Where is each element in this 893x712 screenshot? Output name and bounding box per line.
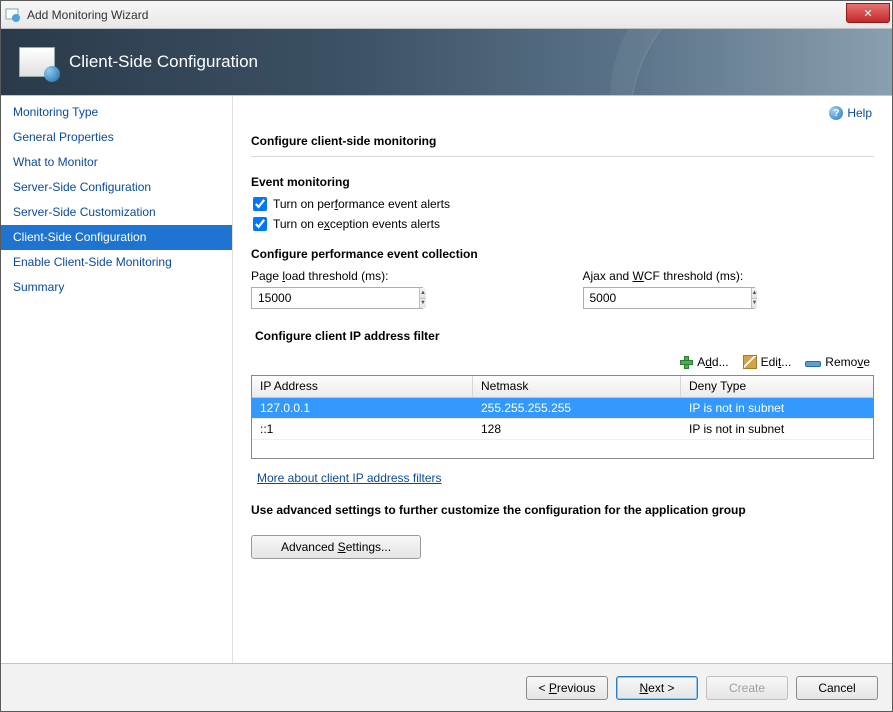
table-row[interactable]: 127.0.0.1 255.255.255.255 IP is not in s… bbox=[252, 398, 873, 419]
content: ? Help Configure client-side monitoring … bbox=[233, 96, 892, 663]
sidebar-item-summary[interactable]: Summary bbox=[1, 275, 232, 300]
page-load-spin-btns: ▲ ▼ bbox=[419, 288, 426, 308]
checkbox-exc-alerts-label: Turn on exception events alerts bbox=[273, 217, 440, 231]
advanced-settings-button[interactable]: Advanced Settings... bbox=[251, 535, 421, 559]
create-button: Create bbox=[706, 676, 788, 700]
minus-icon bbox=[805, 361, 821, 367]
checkbox-perf-alerts[interactable] bbox=[253, 197, 267, 211]
sidebar-item-label: What to Monitor bbox=[13, 155, 98, 169]
more-about-filters-link[interactable]: More about client IP address filters bbox=[257, 471, 442, 485]
spinner-up-icon[interactable]: ▲ bbox=[420, 288, 426, 299]
sidebar-item-label: General Properties bbox=[13, 130, 114, 144]
perf-fields: Page load threshold (ms): ▲ ▼ Ajax and W… bbox=[251, 269, 874, 309]
table-row[interactable]: ::1 128 IP is not in subnet bbox=[252, 419, 873, 440]
add-button[interactable]: Add... bbox=[675, 353, 732, 371]
page-load-label: Page load threshold (ms): bbox=[251, 269, 543, 283]
td-ip: ::1 bbox=[252, 419, 473, 439]
window-title: Add Monitoring Wizard bbox=[27, 8, 148, 22]
td-netmask: 255.255.255.255 bbox=[473, 398, 681, 418]
td-netmask: 128 bbox=[473, 419, 681, 439]
plus-icon bbox=[679, 355, 693, 369]
th-netmask[interactable]: Netmask bbox=[473, 376, 681, 397]
page-load-input[interactable] bbox=[252, 288, 419, 308]
page-load-col: Page load threshold (ms): ▲ ▼ bbox=[251, 269, 543, 309]
help-link[interactable]: ? Help bbox=[829, 106, 872, 120]
th-ip[interactable]: IP Address bbox=[252, 376, 473, 397]
spinner-down-icon[interactable]: ▼ bbox=[420, 299, 426, 309]
remove-button[interactable]: Remove bbox=[801, 353, 874, 371]
th-deny-type[interactable]: Deny Type bbox=[681, 376, 873, 397]
banner-title: Client-Side Configuration bbox=[69, 52, 258, 72]
sidebar-item-what-to-monitor[interactable]: What to Monitor bbox=[1, 150, 232, 175]
ajax-spin-btns: ▲ ▼ bbox=[751, 288, 758, 308]
sidebar-item-server-side-customization[interactable]: Server-Side Customization bbox=[1, 200, 232, 225]
td-deny: IP is not in subnet bbox=[681, 398, 873, 418]
checkbox-row-exc-alerts: Turn on exception events alerts bbox=[251, 217, 874, 231]
sidebar-item-label: Server-Side Customization bbox=[13, 205, 156, 219]
sidebar-item-label: Enable Client-Side Monitoring bbox=[13, 255, 172, 269]
sidebar-item-client-side-configuration[interactable]: Client-Side Configuration bbox=[1, 225, 232, 250]
pencil-icon bbox=[743, 355, 757, 369]
window-icon bbox=[5, 7, 21, 23]
section-perf-collection: Configure performance event collection bbox=[251, 247, 874, 261]
previous-button[interactable]: < Previous bbox=[526, 676, 608, 700]
sidebar-item-general-properties[interactable]: General Properties bbox=[1, 125, 232, 150]
wizard-window: Add Monitoring Wizard ✕ Client-Side Conf… bbox=[0, 0, 893, 712]
close-icon: ✕ bbox=[863, 7, 872, 20]
titlebar: Add Monitoring Wizard ✕ bbox=[1, 1, 892, 29]
advanced-text: Use advanced settings to further customi… bbox=[251, 503, 874, 517]
help-icon: ? bbox=[829, 106, 843, 120]
sidebar-item-label: Client-Side Configuration bbox=[13, 230, 146, 244]
ajax-input[interactable] bbox=[584, 288, 751, 308]
spinner-up-icon[interactable]: ▲ bbox=[752, 288, 758, 299]
table-header: IP Address Netmask Deny Type bbox=[252, 376, 873, 398]
footer: < Previous Next > Create Cancel bbox=[1, 663, 892, 711]
ajax-col: Ajax and WCF threshold (ms): ▲ ▼ bbox=[583, 269, 875, 309]
ip-filter-toolbar: Add... Edit... Remove bbox=[251, 353, 874, 371]
checkbox-perf-alerts-label: Turn on performance event alerts bbox=[273, 197, 450, 211]
body: Monitoring Type General Properties What … bbox=[1, 95, 892, 663]
sidebar-item-enable-client-side-monitoring[interactable]: Enable Client-Side Monitoring bbox=[1, 250, 232, 275]
edit-button[interactable]: Edit... bbox=[739, 353, 796, 371]
ip-filter-table: IP Address Netmask Deny Type 127.0.0.1 2… bbox=[251, 375, 874, 459]
section-event-monitoring: Event monitoring bbox=[251, 175, 874, 189]
page-load-spinner: ▲ ▼ bbox=[251, 287, 423, 309]
banner: Client-Side Configuration bbox=[1, 29, 892, 95]
sidebar-item-server-side-configuration[interactable]: Server-Side Configuration bbox=[1, 175, 232, 200]
sidebar-item-monitoring-type[interactable]: Monitoring Type bbox=[1, 100, 232, 125]
page-heading: Configure client-side monitoring bbox=[251, 134, 874, 148]
sidebar: Monitoring Type General Properties What … bbox=[1, 96, 233, 663]
sidebar-item-label: Server-Side Configuration bbox=[13, 180, 151, 194]
cancel-button[interactable]: Cancel bbox=[796, 676, 878, 700]
close-button[interactable]: ✕ bbox=[846, 3, 890, 23]
next-button[interactable]: Next > bbox=[616, 676, 698, 700]
checkbox-row-perf-alerts: Turn on performance event alerts bbox=[251, 197, 874, 211]
help-label: Help bbox=[847, 106, 872, 120]
banner-icon bbox=[19, 47, 55, 77]
td-ip: 127.0.0.1 bbox=[252, 398, 473, 418]
ajax-label: Ajax and WCF threshold (ms): bbox=[583, 269, 875, 283]
sidebar-item-label: Summary bbox=[13, 280, 64, 294]
spinner-down-icon[interactable]: ▼ bbox=[752, 299, 758, 309]
sidebar-item-label: Monitoring Type bbox=[13, 105, 98, 119]
td-deny: IP is not in subnet bbox=[681, 419, 873, 439]
checkbox-exc-alerts[interactable] bbox=[253, 217, 267, 231]
divider bbox=[251, 156, 874, 157]
section-ip-filter: Configure client IP address filter bbox=[255, 329, 874, 343]
ajax-spinner: ▲ ▼ bbox=[583, 287, 755, 309]
